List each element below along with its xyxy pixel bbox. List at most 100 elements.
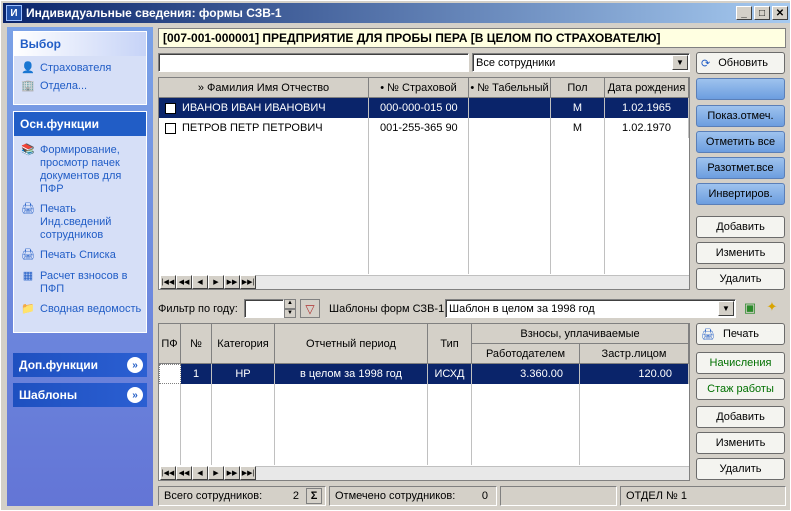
- next-page-icon[interactable]: ▶▶: [224, 275, 240, 289]
- refresh-icon: ⟳: [701, 57, 711, 70]
- employees-table: » Фамилия Имя Отчество • № Страховой • №…: [158, 77, 690, 290]
- employees-navigator: |◀◀ ◀◀ ◀ ▶ ▶▶ ▶▶|: [160, 275, 256, 289]
- printer-icon: 🖨: [701, 328, 715, 341]
- col-num[interactable]: №: [181, 324, 212, 364]
- prev-icon[interactable]: ◀: [192, 275, 208, 289]
- show-marked-button[interactable]: Показ.отмеч.: [696, 105, 785, 127]
- maximize-button[interactable]: □: [754, 6, 770, 20]
- col-type[interactable]: Тип: [428, 324, 472, 364]
- status-empty: [500, 486, 617, 506]
- year-spinner[interactable]: ▲ ▼: [284, 299, 296, 318]
- refresh-button[interactable]: ⟳ Обновить: [696, 52, 785, 74]
- minimize-button[interactable]: _: [736, 6, 752, 20]
- chevron-down-icon[interactable]: ▼: [672, 55, 688, 70]
- print-button[interactable]: 🖨 Печать: [696, 323, 785, 345]
- year-filter-input[interactable]: [244, 299, 284, 318]
- status-marked-label: Отмечено сотрудников:: [335, 490, 456, 502]
- pf-cell[interactable]: [159, 364, 181, 384]
- last-icon[interactable]: ▶▶|: [240, 275, 256, 289]
- down-arrow-icon[interactable]: ▼: [284, 308, 296, 318]
- col-pf[interactable]: ПФ: [159, 324, 181, 364]
- sum-icon[interactable]: Σ: [306, 488, 322, 504]
- row-checkbox[interactable]: [165, 122, 176, 134]
- next-page-icon[interactable]: ▶▶: [224, 466, 240, 480]
- print-list-link[interactable]: 🖨 Печать Списка: [14, 247, 146, 265]
- pane-extra-functions[interactable]: Доп.функции »: [13, 353, 147, 377]
- app-icon: И: [6, 5, 22, 21]
- summary-sheet-link[interactable]: 📁 Сводная ведомость: [14, 301, 146, 319]
- add-employee-button[interactable]: Добавить: [696, 216, 785, 238]
- print-individual-link[interactable]: 🖨 Печать Инд.сведений сотрудников: [14, 201, 146, 244]
- unmark-all-button[interactable]: Разотмет.все: [696, 157, 785, 179]
- first-icon[interactable]: |◀◀: [160, 275, 176, 289]
- pane-vybor-title: Выбор: [14, 32, 146, 56]
- table-row[interactable]: 1 НР в целом за 1998 год ИСХД 3.360.00 1…: [159, 364, 689, 384]
- template-apply-icon[interactable]: ▣: [741, 300, 759, 317]
- blank-blue-button[interactable]: [696, 78, 785, 100]
- organization-header: [007-001-000001] ПРЕДПРИЯТИЕ ДЛЯ ПРОБЫ П…: [158, 28, 786, 48]
- status-marked: Отмечено сотрудников: 0: [329, 486, 497, 506]
- folder-icon: 📁: [21, 303, 35, 315]
- table-row[interactable]: ИВАНОВ ИВАН ИВАНОВИЧ 000-000-015 00 М 1.…: [159, 98, 689, 118]
- next-icon[interactable]: ▶: [208, 275, 224, 289]
- pane-main-functions: Осн.функции 📚 Формирование, просмотр паче…: [13, 111, 147, 333]
- prev-page-icon[interactable]: ◀◀: [176, 466, 192, 480]
- edit-form-button[interactable]: Изменить: [696, 432, 785, 454]
- filter-icon[interactable]: ▽: [300, 299, 320, 318]
- printer-icon: 🖨: [21, 203, 35, 215]
- row-checkbox[interactable]: [165, 102, 176, 114]
- col-tab-no[interactable]: • № Табельный: [469, 78, 551, 98]
- accruals-button[interactable]: Начисления: [696, 352, 785, 374]
- pane-templates[interactable]: Шаблоны »: [13, 383, 147, 407]
- col-insured[interactable]: Застр.лицом: [580, 344, 689, 364]
- status-total: Всего сотрудников: 2 Σ: [158, 486, 326, 506]
- build-packs-link[interactable]: 📚 Формирование, просмотр пачек документов…: [14, 142, 146, 198]
- chevron-down-icon[interactable]: ▼: [718, 301, 734, 316]
- select-insurer-link[interactable]: 👤 Страхователя: [14, 60, 146, 78]
- col-dob[interactable]: Дата рождения: [605, 78, 689, 98]
- title-bar: И Индивидуальные сведения: формы СЗВ-1 _…: [3, 3, 790, 23]
- add-form-button[interactable]: Добавить: [696, 406, 785, 428]
- forms-scrollbar[interactable]: [256, 466, 689, 480]
- delete-employee-button[interactable]: Удалить: [696, 268, 785, 290]
- col-period[interactable]: Отчетный период: [275, 324, 428, 364]
- col-name[interactable]: » Фамилия Имя Отчество: [159, 78, 369, 98]
- col-insurance-no[interactable]: • № Страховой: [369, 78, 469, 98]
- next-icon[interactable]: ▶: [208, 466, 224, 480]
- edit-employee-button[interactable]: Изменить: [696, 242, 785, 264]
- col-employer[interactable]: Работодателем: [472, 344, 580, 364]
- col-category[interactable]: Категория: [212, 324, 275, 364]
- last-icon[interactable]: ▶▶|: [240, 466, 256, 480]
- prev-icon[interactable]: ◀: [192, 466, 208, 480]
- printer-icon: 🖨: [21, 249, 35, 261]
- delete-form-button[interactable]: Удалить: [696, 458, 785, 480]
- calculator-icon: ▦: [22, 270, 34, 282]
- first-icon[interactable]: |◀◀: [160, 466, 176, 480]
- prev-page-icon[interactable]: ◀◀: [176, 275, 192, 289]
- employees-scrollbar[interactable]: [256, 275, 689, 289]
- calc-fees-link[interactable]: ▦ Расчет взносов в ПФП: [14, 268, 146, 298]
- search-input[interactable]: [158, 53, 469, 72]
- year-filter-label: Фильтр по году:: [158, 303, 238, 315]
- new-template-icon[interactable]: ✦: [763, 299, 781, 317]
- close-button[interactable]: ✕: [772, 6, 788, 20]
- chevron-down-icon[interactable]: »: [127, 387, 143, 403]
- window-title: Индивидуальные сведения: формы СЗВ-1: [26, 6, 282, 20]
- employees-select[interactable]: Все сотрудники ▼: [472, 53, 690, 72]
- pane-vybor: Выбор 👤 Страхователя 🏢 Отдела...: [13, 31, 147, 105]
- experience-button[interactable]: Стаж работы: [696, 378, 785, 400]
- main-window: И Индивидуальные сведения: формы СЗВ-1 _…: [0, 0, 791, 511]
- select-department-link[interactable]: 🏢 Отдела...: [14, 78, 146, 96]
- mark-all-button[interactable]: Отметить все: [696, 131, 785, 153]
- col-sex[interactable]: Пол: [551, 78, 605, 98]
- status-total-value: 2: [292, 490, 299, 502]
- forms-navigator: |◀◀ ◀◀ ◀ ▶ ▶▶ ▶▶|: [160, 466, 256, 480]
- up-arrow-icon[interactable]: ▲: [284, 299, 296, 309]
- status-department: ОТДЕЛ № 1: [620, 486, 786, 506]
- chevron-down-icon[interactable]: »: [127, 357, 143, 373]
- status-total-label: Всего сотрудников:: [164, 490, 263, 502]
- invert-button[interactable]: Инвертиров.: [696, 183, 785, 205]
- template-select[interactable]: Шаблон в целом за 1998 год ▼: [445, 299, 736, 318]
- table-row[interactable]: ПЕТРОВ ПЕТР ПЕТРОВИЧ 001-255-365 90 М 1.…: [159, 118, 689, 138]
- task-sidebar: Выбор 👤 Страхователя 🏢 Отдела... Осн.функц…: [7, 27, 153, 506]
